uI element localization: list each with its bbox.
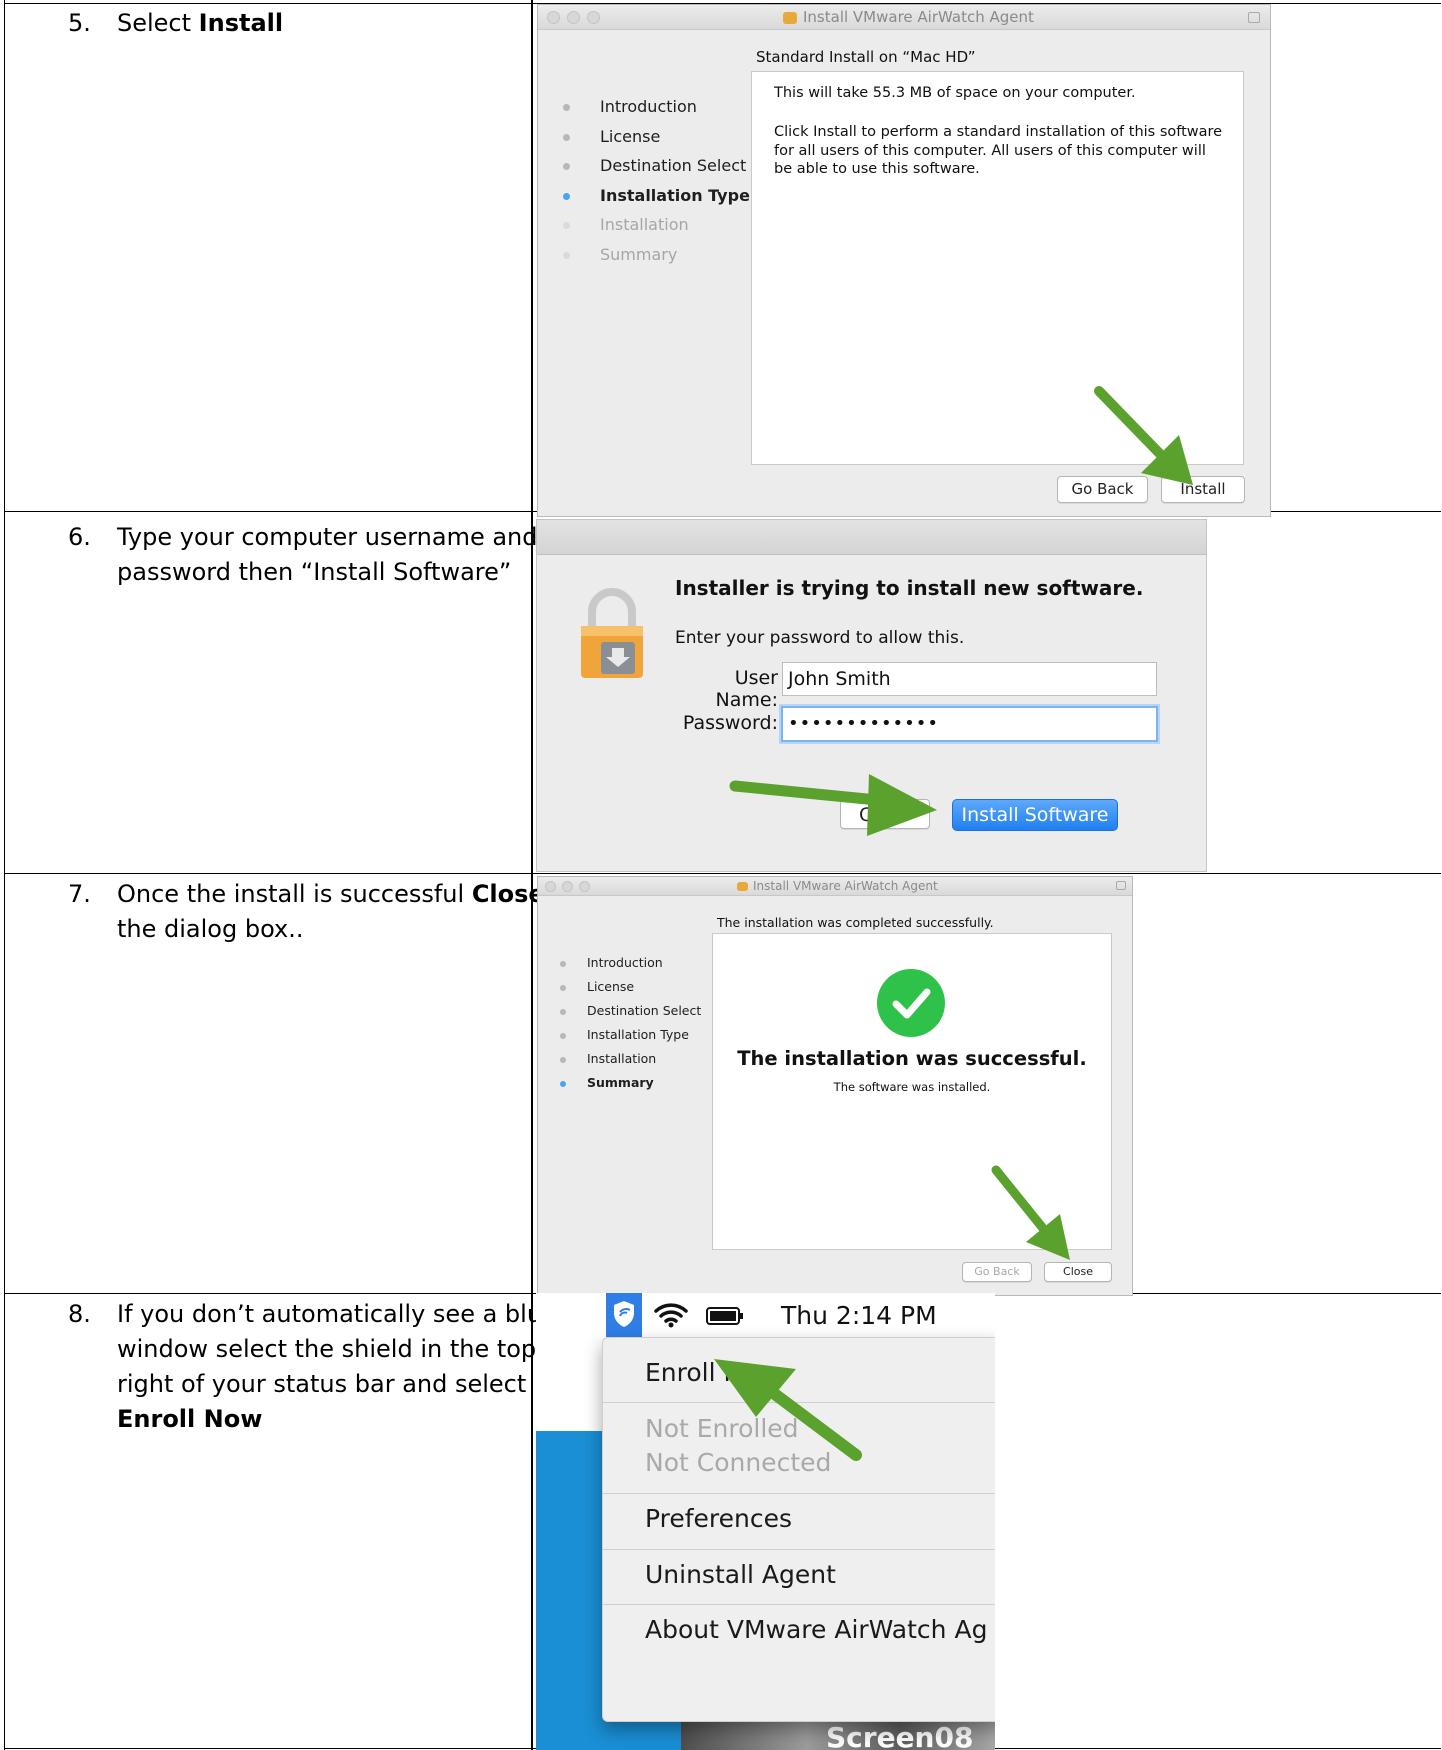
step-introduction: Introduction	[560, 97, 750, 127]
step-destination-select: Destination Select	[560, 156, 750, 186]
preferences-menu-item[interactable]: Preferences	[645, 1504, 792, 1533]
desktop-file-label: Screen08	[826, 1721, 974, 1750]
installer-window: Install VMware AirWatch Agent Standard I…	[537, 4, 1271, 517]
step-summary: Summary	[557, 1075, 701, 1099]
menu-bar-clock[interactable]: Thu 2:14 PM	[781, 1301, 937, 1330]
step-destination-select: Destination Select	[557, 1003, 701, 1027]
wifi-icon[interactable]	[654, 1302, 688, 1328]
column-divider	[531, 0, 533, 1750]
step-license: License	[557, 979, 701, 1003]
dialog-prompt: Enter your password to allow this.	[675, 628, 965, 648]
password-label: Password:	[682, 712, 778, 734]
installer-steps: Introduction License Destination Select …	[557, 955, 701, 1099]
step-text: If you don’t automatically see a blue wi…	[117, 1300, 557, 1433]
status-bar: Thu 2:14 PM	[536, 1293, 995, 1339]
window-title: Install VMware AirWatch Agent	[783, 8, 1034, 26]
step-license: License	[560, 127, 750, 157]
step-text: Type your computer username and password…	[117, 523, 538, 586]
uninstall-agent-menu-item[interactable]: Uninstall Agent	[645, 1560, 836, 1589]
close-window-button[interactable]	[547, 11, 560, 24]
title-bar: Install VMware AirWatch Agent	[538, 877, 1132, 896]
package-icon	[737, 882, 748, 891]
lock-icon	[1116, 881, 1126, 890]
installer-window-complete: Install VMware AirWatch Agent The instal…	[537, 876, 1133, 1296]
window-title: Install VMware AirWatch Agent	[737, 879, 938, 893]
step-number: 8.	[68, 1300, 91, 1328]
green-arrow	[991, 1165, 1070, 1260]
username-label: User Name:	[715, 667, 778, 711]
row-divider	[4, 873, 1441, 874]
step-number: 7.	[68, 880, 91, 908]
step-summary: Summary	[560, 245, 750, 275]
menu-separator	[603, 1549, 995, 1550]
step-installation: Installation	[557, 1051, 701, 1075]
step-number: 5.	[68, 9, 91, 37]
lock-icon	[1248, 12, 1260, 23]
step-installation-type: Installation Type	[560, 186, 750, 216]
green-arrow	[1094, 386, 1193, 485]
menu-separator	[603, 1493, 995, 1494]
success-subtext: The software was installed.	[833, 1080, 991, 1094]
close-window-button[interactable]	[545, 881, 556, 892]
step-installation-type: Installation Type	[557, 1027, 701, 1051]
padlock-icon	[581, 588, 643, 678]
airwatch-shield-status-item[interactable]	[606, 1293, 642, 1337]
dialog-heading: Installer is trying to install new softw…	[675, 576, 1144, 600]
install-subtitle: The installation was completed successfu…	[717, 915, 994, 930]
success-heading: The installation was successful.	[737, 1047, 1087, 1070]
battery-icon[interactable]	[706, 1307, 744, 1325]
minimize-window-button[interactable]	[562, 881, 573, 892]
install-description: Click Install to perform a standard inst…	[774, 124, 1223, 177]
step-text: Once the install is successful Close the…	[117, 880, 545, 943]
username-field[interactable]: John Smith	[782, 662, 1157, 696]
title-bar: Install VMware AirWatch Agent	[538, 5, 1270, 30]
step-number: 6.	[68, 523, 91, 551]
step-introduction: Introduction	[557, 955, 701, 979]
dialog-top-bar	[537, 520, 1206, 555]
password-field[interactable]: •••••••••••••	[781, 706, 1158, 742]
step-text: Select Install	[117, 9, 284, 37]
about-menu-item[interactable]: About VMware AirWatch Ag	[645, 1615, 987, 1644]
zoom-window-button[interactable]	[579, 881, 590, 892]
step-installation: Installation	[560, 215, 750, 245]
zoom-window-button[interactable]	[587, 11, 600, 24]
shield-icon	[614, 1301, 634, 1327]
instruction-document: 5. Select Install Install VMware AirWatc…	[0, 0, 1442, 1750]
space-required-text: This will take 55.3 MB of space on your …	[774, 85, 1136, 101]
package-icon	[783, 11, 797, 24]
green-arrow	[729, 774, 937, 836]
success-check-icon	[877, 969, 945, 1037]
status-menu-screenshot: Screen08 Thu 2:14 PM Enroll Now Not Enro…	[536, 1293, 995, 1750]
minimize-window-button[interactable]	[567, 11, 580, 24]
authentication-dialog: Installer is trying to install new softw…	[536, 519, 1207, 872]
install-software-button[interactable]: Install Software	[952, 799, 1118, 831]
install-subtitle: Standard Install on “Mac HD”	[756, 48, 976, 66]
menu-separator	[603, 1604, 995, 1605]
green-arrow	[714, 1359, 862, 1461]
installer-steps: Introduction License Destination Select …	[560, 97, 750, 274]
